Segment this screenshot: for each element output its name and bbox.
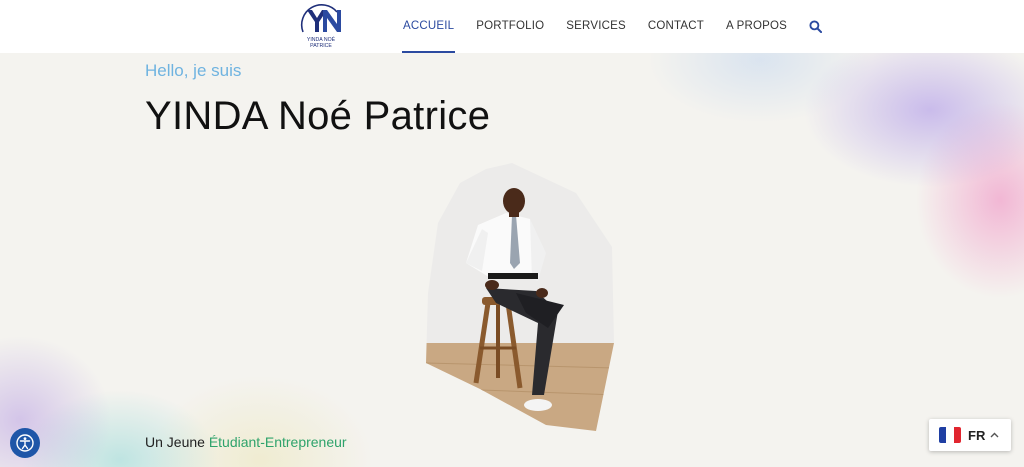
- france-flag-icon: [939, 427, 961, 443]
- tagline-highlight: Étudiant-Entrepreneur: [208, 434, 347, 450]
- profile-photo: [426, 163, 616, 433]
- search-button[interactable]: [800, 0, 830, 53]
- logo-text-line2: PATRICE: [310, 43, 332, 49]
- search-icon: [809, 20, 822, 33]
- nav-portfolio[interactable]: PORTFOLIO: [465, 0, 555, 53]
- language-code: FR: [968, 427, 986, 443]
- site-header: YINDA NOÉ PATRICE ACCUEIL PORTFOLIO SERV…: [0, 0, 1024, 53]
- nav-services[interactable]: SERVICES: [555, 0, 637, 53]
- chevron-up-icon: [990, 432, 999, 438]
- nav-contact[interactable]: CONTACT: [637, 0, 715, 53]
- tagline-prefix: Un Jeune: [145, 434, 209, 450]
- main-nav: ACCUEIL PORTFOLIO SERVICES CONTACT A PRO…: [392, 0, 830, 53]
- hero-greeting: Hello, je suis: [145, 61, 242, 80]
- nav-a-propos[interactable]: A PROPOS: [715, 0, 798, 53]
- accessibility-icon: [16, 434, 34, 452]
- logo-text-line1: YINDA NOÉ: [307, 36, 336, 43]
- language-switcher[interactable]: FR: [929, 419, 1011, 451]
- site-logo[interactable]: YINDA NOÉ PATRICE: [293, 2, 349, 50]
- logo-mark-icon: YINDA NOÉ PATRICE: [300, 4, 341, 49]
- accessibility-button[interactable]: [10, 428, 40, 458]
- hero-tagline: Un Jeune Étudiant-Entrepreneur: [145, 434, 347, 450]
- hero-name: YINDA Noé Patrice: [145, 94, 491, 138]
- nav-accueil[interactable]: ACCUEIL: [392, 0, 465, 53]
